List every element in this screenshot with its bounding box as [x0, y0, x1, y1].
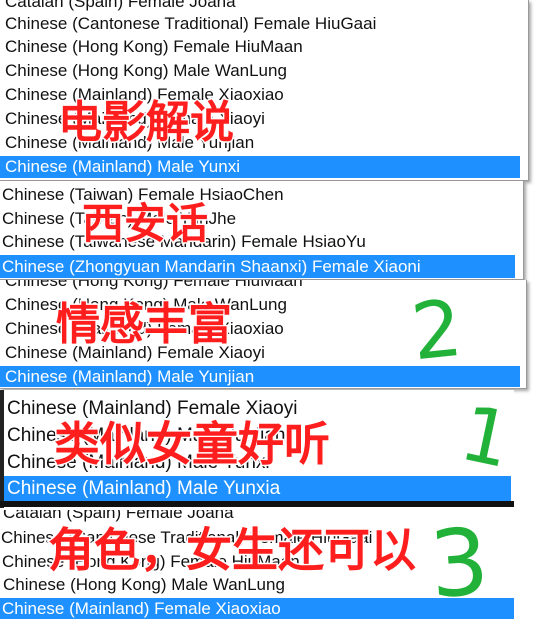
rank-mark-3: 3	[426, 508, 493, 619]
voice-option[interactable]: Chinese (Hong Kong) Male WanLung	[0, 59, 528, 82]
annotation-xian-dialect: 西安话	[80, 198, 209, 250]
voice-option[interactable]: Chinese (Taiwan) Female HsiaoChen	[0, 183, 523, 206]
voice-option[interactable]: Chinese (Taiwan) Male YunJhe	[0, 207, 523, 230]
voice-option-selected[interactable]: Chinese (Mainland) Male Yunxia	[4, 476, 511, 501]
rank-mark-2: 2	[407, 283, 467, 379]
listbox-border	[0, 501, 514, 507]
annotation-girl-like: 类似女童好听	[53, 416, 332, 473]
annotation-emotional: 情感丰富	[55, 298, 234, 352]
annotation-movie-narration: 电影解说	[57, 96, 236, 150]
voice-listbox-2[interactable]: Chinese (Taiwan) Female HsiaoChen Chines…	[0, 181, 524, 280]
voice-option[interactable]: Chinese (Cantonese Traditional) Female H…	[0, 12, 528, 35]
voice-option[interactable]: Chinese (Hong Kong) Female HiuMaan	[0, 35, 528, 58]
voice-option-selected[interactable]: Chinese (Mainland) Male Yunxi	[0, 156, 520, 178]
voice-option[interactable]: Chinese (Taiwanese Mandarin) Female Hsia…	[0, 230, 523, 253]
annotation-role-female: 角色，女生还可以	[47, 522, 418, 579]
voice-option-selected[interactable]: Chinese (Zhongyuan Mandarin Shaanxi) Fem…	[0, 255, 515, 278]
